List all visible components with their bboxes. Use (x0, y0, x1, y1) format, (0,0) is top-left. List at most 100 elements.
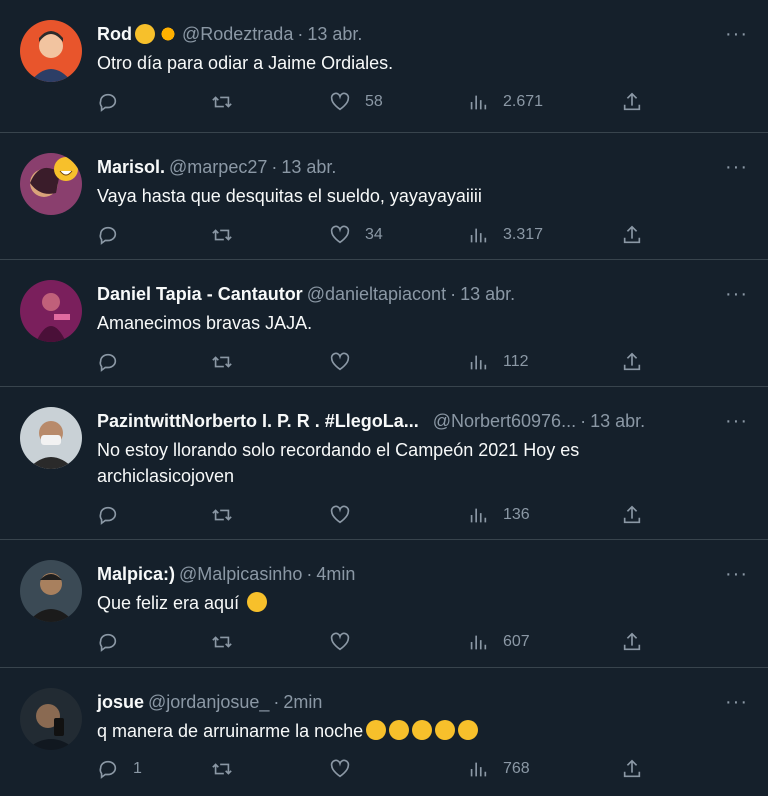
retweet-icon (212, 356, 232, 368)
timestamp[interactable]: 4min (316, 562, 355, 586)
reply-icon (99, 506, 117, 525)
reply-count: 1 (133, 760, 142, 777)
separator-dot: · (450, 284, 457, 304)
display-name[interactable]: Malpica:) (97, 562, 175, 586)
tweet[interactable]: Rod @Rodeztrada · 13 abr. ··· Otro día p… (0, 0, 768, 133)
like-button[interactable] (329, 351, 365, 373)
reply-icon (99, 633, 117, 652)
display-name[interactable]: Marisol. (97, 155, 165, 179)
heart-icon (330, 352, 350, 371)
retweet-icon (212, 509, 232, 521)
more-options-icon[interactable]: ··· (725, 562, 748, 586)
views-icon (470, 635, 487, 650)
timestamp[interactable]: 2min (283, 690, 322, 714)
like-button[interactable] (329, 631, 365, 653)
avatar[interactable] (20, 20, 82, 82)
tweet[interactable]: josue @jordanjosue_ · 2min ··· q manera … (0, 668, 768, 796)
relieved-face-emoji-icon (247, 592, 268, 612)
more-options-icon[interactable]: ··· (725, 282, 748, 306)
share-button[interactable] (621, 351, 643, 373)
display-name[interactable]: Rod (97, 22, 132, 46)
tweet-text: Amanecimos bravas JAJA. (97, 313, 313, 333)
retweet-button[interactable] (211, 631, 247, 653)
more-options-icon[interactable]: ··· (725, 409, 748, 433)
views-button[interactable]: 112 (467, 351, 529, 373)
tweet-text: q manera de arruinarme la noche (97, 721, 364, 741)
share-icon (623, 225, 641, 244)
timestamp[interactable]: 13 abr. (460, 282, 515, 306)
heart-icon (330, 225, 350, 244)
like-count: 34 (365, 226, 383, 243)
reply-button[interactable]: 1 (97, 758, 142, 780)
tweet[interactable]: Marisol. @marpec27 · 13 abr. ··· Vaya ha… (0, 133, 768, 260)
like-button[interactable] (329, 758, 365, 780)
retweet-button[interactable] (211, 504, 247, 526)
user-handle[interactable]: @Norbert60976... (433, 409, 576, 433)
reply-icon (99, 353, 117, 372)
timestamp[interactable]: 13 abr. (281, 155, 336, 179)
tweet-text: Otro día para odiar a Jaime Ordiales. (97, 53, 394, 73)
more-options-icon[interactable]: ··· (725, 690, 748, 714)
avatar[interactable] (20, 280, 82, 342)
views-icon (470, 95, 487, 110)
views-button[interactable]: 136 (467, 504, 530, 526)
share-button[interactable] (621, 91, 643, 113)
more-options-icon[interactable]: ··· (725, 22, 748, 46)
reply-button[interactable] (97, 504, 133, 526)
avatar[interactable] (20, 688, 82, 750)
like-count: 58 (365, 93, 383, 110)
user-handle[interactable]: @jordanjosue_ (148, 690, 269, 714)
tweet[interactable]: Daniel Tapia - Cantautor @danieltapiacon… (0, 260, 768, 387)
share-button[interactable] (621, 758, 643, 780)
avatar[interactable] (20, 560, 82, 622)
share-icon (623, 352, 641, 371)
view-count: 136 (503, 506, 530, 523)
retweet-button[interactable] (211, 351, 247, 373)
reply-button[interactable] (97, 631, 133, 653)
tweet-text: Que feliz era aquí (97, 593, 240, 613)
retweet-button[interactable] (211, 758, 247, 780)
retweet-icon (212, 96, 232, 108)
share-icon (623, 92, 641, 111)
timestamp[interactable]: 13 abr. (307, 22, 362, 46)
avatar[interactable] (20, 407, 82, 469)
user-handle[interactable]: @danieltapiacont (307, 282, 446, 306)
heart-icon (330, 92, 350, 111)
retweet-icon (212, 229, 232, 241)
views-button[interactable]: 2.671 (467, 91, 543, 113)
heart-icon (330, 759, 350, 778)
display-name[interactable]: josue (97, 690, 144, 714)
tweet[interactable]: Malpica:) @Malpicasinho · 4min ··· Que f… (0, 540, 768, 668)
like-button[interactable] (329, 504, 365, 526)
display-name[interactable]: Daniel Tapia - Cantautor (97, 282, 303, 306)
display-name[interactable]: PazintwittNorberto I. P. R . #LlegoLa... (97, 409, 419, 433)
crying-face-emoji-icon (412, 720, 433, 740)
share-icon (623, 759, 641, 778)
retweet-button[interactable] (211, 91, 247, 113)
like-button[interactable]: 58 (329, 91, 383, 113)
views-button[interactable]: 607 (467, 631, 530, 653)
reply-button[interactable] (97, 224, 133, 246)
more-options-icon[interactable]: ··· (725, 155, 748, 179)
views-button[interactable]: 3.317 (467, 224, 543, 246)
like-button[interactable]: 34 (329, 224, 383, 246)
reply-button[interactable] (97, 91, 133, 113)
share-icon (623, 632, 641, 651)
views-icon (470, 228, 487, 243)
share-button[interactable] (621, 224, 643, 246)
share-button[interactable] (621, 504, 643, 526)
share-button[interactable] (621, 631, 643, 653)
user-handle[interactable]: @marpec27 (169, 155, 267, 179)
tweet-text: Vaya hasta que desquitas el sueldo, yaya… (97, 186, 482, 206)
avatar[interactable] (20, 153, 82, 215)
reply-button[interactable] (97, 351, 133, 373)
view-count: 3.317 (503, 226, 544, 243)
tweet[interactable]: PazintwittNorberto I. P. R . #LlegoLa...… (0, 387, 768, 540)
sun-emoji-icon (158, 24, 178, 44)
retweet-button[interactable] (211, 224, 247, 246)
views-button[interactable]: 768 (467, 758, 530, 780)
user-handle[interactable]: @Rodeztrada (182, 22, 293, 46)
user-handle[interactable]: @Malpicasinho (179, 562, 302, 586)
heart-icon (330, 505, 350, 524)
timestamp[interactable]: 13 abr. (590, 409, 645, 433)
